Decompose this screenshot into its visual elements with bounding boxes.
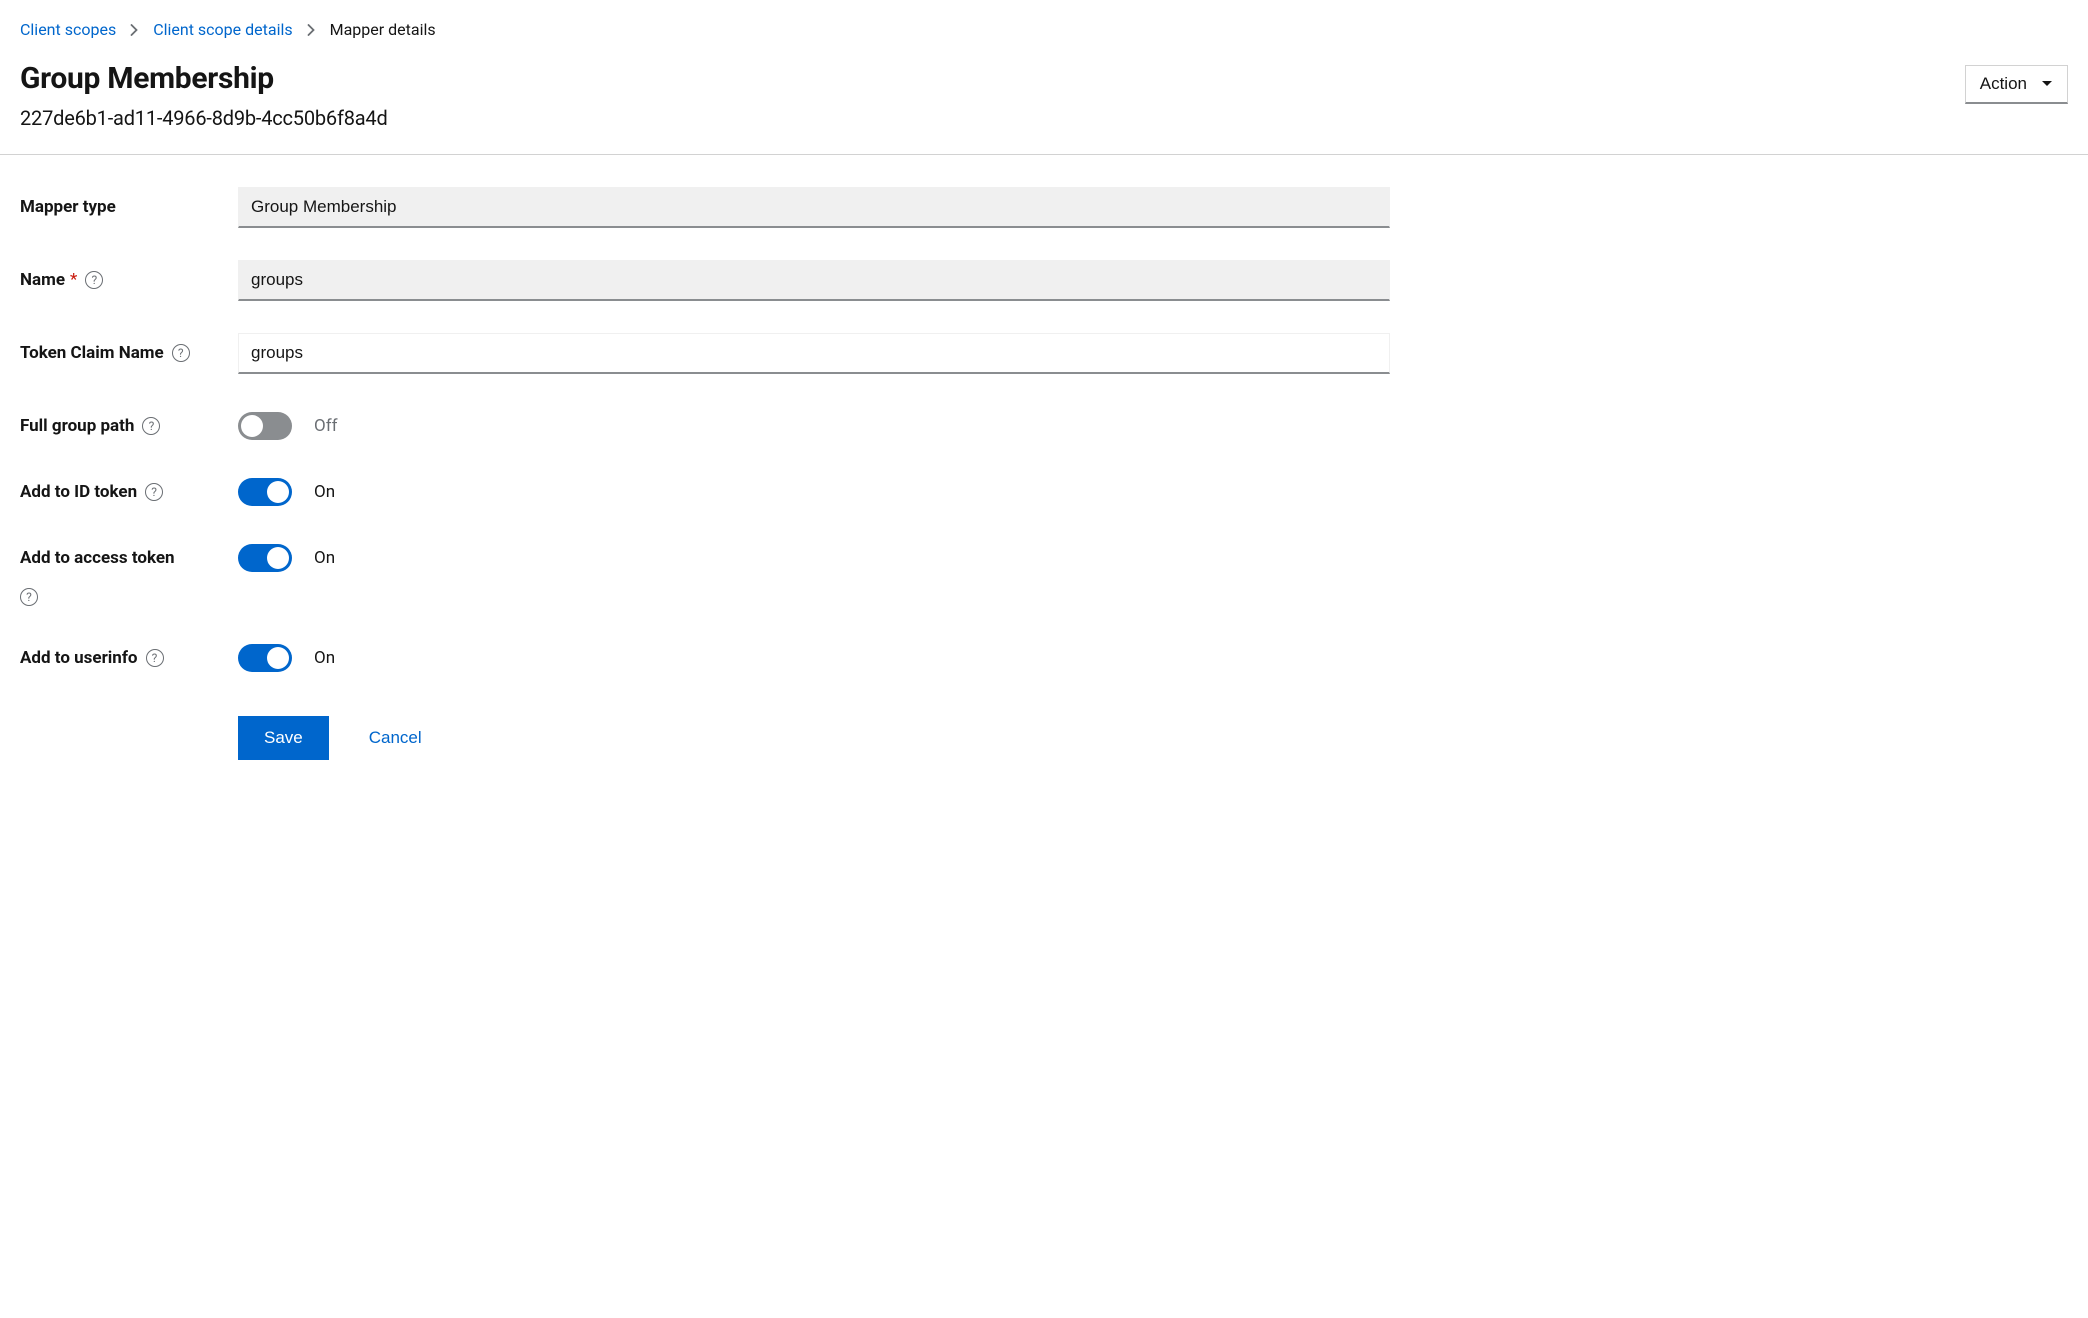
action-label: Action	[1980, 74, 2027, 94]
help-icon[interactable]: ?	[142, 417, 160, 435]
full-group-path-row: Full group path ? Off	[20, 406, 1390, 440]
toggle-knob	[267, 647, 289, 669]
add-to-access-token-toggle[interactable]	[238, 544, 292, 572]
help-icon[interactable]: ?	[145, 483, 163, 501]
chevron-right-icon	[307, 24, 316, 36]
form-actions: Save Cancel	[238, 716, 1390, 760]
full-group-path-label: Full group path ?	[20, 406, 238, 436]
chevron-right-icon	[130, 24, 139, 36]
token-claim-name-label-text: Token Claim Name	[20, 343, 164, 363]
add-to-id-token-state: On	[314, 482, 335, 502]
add-to-userinfo-label-text: Add to userinfo	[20, 648, 138, 668]
full-group-path-label-text: Full group path	[20, 416, 134, 436]
add-to-userinfo-state: On	[314, 648, 335, 668]
mapper-uuid: 227de6b1-ad11-4966-8d9b-4cc50b6f8a4d	[20, 106, 388, 130]
name-label-text: Name	[20, 270, 65, 290]
add-to-userinfo-toggle[interactable]	[238, 644, 292, 672]
help-icon[interactable]: ?	[20, 588, 38, 606]
breadcrumb-current: Mapper details	[330, 20, 436, 39]
add-to-id-token-label-text: Add to ID token	[20, 482, 137, 502]
add-to-access-token-row: Add to access token ? On	[20, 538, 1390, 606]
add-to-access-token-label: Add to access token ?	[20, 538, 238, 606]
full-group-path-toggle[interactable]	[238, 412, 292, 440]
mapper-type-input	[238, 187, 1390, 228]
name-input	[238, 260, 1390, 301]
required-indicator: *	[70, 270, 77, 290]
breadcrumb-client-scopes[interactable]: Client scopes	[20, 20, 116, 39]
name-row: Name * ?	[20, 260, 1390, 301]
help-icon[interactable]: ?	[85, 271, 103, 289]
caret-down-icon	[2041, 80, 2053, 88]
add-to-userinfo-row: Add to userinfo ? On	[20, 638, 1390, 672]
page-header: Group Membership 227de6b1-ad11-4966-8d9b…	[20, 61, 2068, 130]
breadcrumb: Client scopes Client scope details Mappe…	[20, 20, 2068, 39]
save-button[interactable]: Save	[238, 716, 329, 760]
cancel-button[interactable]: Cancel	[369, 728, 422, 748]
breadcrumb-client-scope-details[interactable]: Client scope details	[153, 20, 292, 39]
help-icon[interactable]: ?	[146, 649, 164, 667]
action-dropdown-button[interactable]: Action	[1965, 65, 2068, 104]
mapper-type-row: Mapper type	[20, 187, 1390, 228]
add-to-access-token-label-text: Add to access token	[20, 548, 175, 568]
add-to-id-token-label: Add to ID token ?	[20, 472, 238, 502]
full-group-path-state: Off	[314, 416, 338, 436]
divider	[0, 154, 2088, 155]
add-to-access-token-state: On	[314, 548, 335, 568]
mapper-form: Mapper type Name * ? Token Claim Name ?	[20, 187, 1390, 760]
page-title: Group Membership	[20, 61, 388, 96]
toggle-knob	[267, 547, 289, 569]
mapper-type-label-text: Mapper type	[20, 197, 116, 217]
token-claim-name-row: Token Claim Name ?	[20, 333, 1390, 374]
toggle-knob	[241, 415, 263, 437]
add-to-id-token-row: Add to ID token ? On	[20, 472, 1390, 506]
toggle-knob	[267, 481, 289, 503]
name-label: Name * ?	[20, 260, 238, 290]
mapper-type-label: Mapper type	[20, 187, 238, 217]
add-to-id-token-toggle[interactable]	[238, 478, 292, 506]
help-icon[interactable]: ?	[172, 344, 190, 362]
token-claim-name-label: Token Claim Name ?	[20, 333, 238, 363]
add-to-userinfo-label: Add to userinfo ?	[20, 638, 238, 668]
token-claim-name-input[interactable]	[238, 333, 1390, 374]
